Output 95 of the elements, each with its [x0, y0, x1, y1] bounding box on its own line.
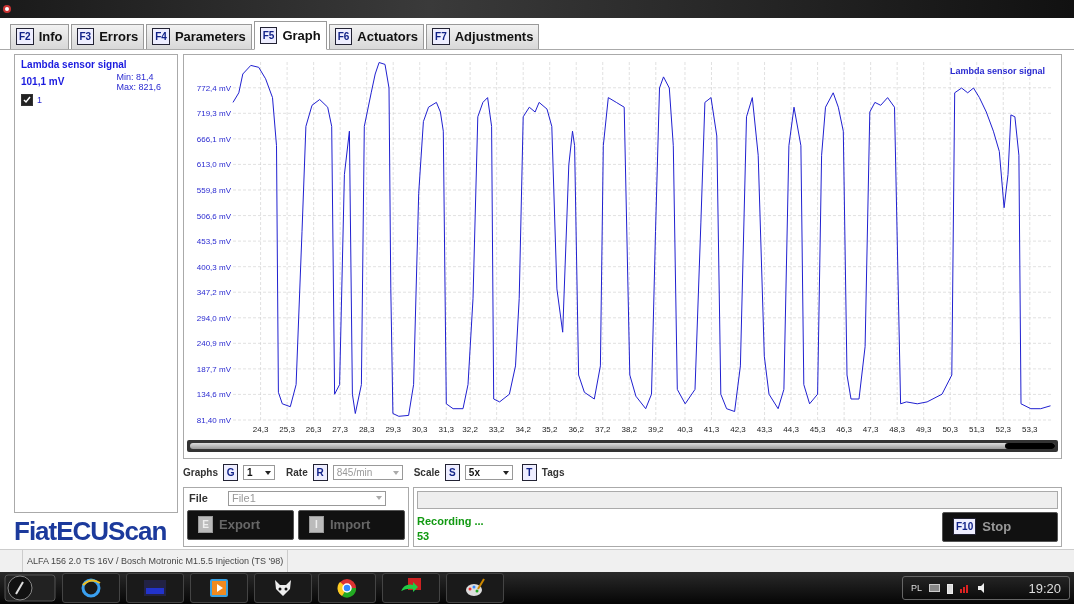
taskbar-button[interactable]	[62, 573, 120, 604]
axis-label: 39,2	[648, 424, 664, 434]
language-indicator[interactable]: PL	[911, 583, 922, 594]
axis-label: 35,2	[541, 424, 558, 434]
axis-label: 29,3	[385, 424, 401, 434]
axis-label: 30,3	[411, 424, 428, 434]
browser-icon[interactable]	[336, 577, 358, 600]
chart-title: Lambda sensor signal	[949, 65, 1045, 76]
dropdown[interactable]: 5x	[464, 465, 513, 481]
axis-label: 240,9 mV	[196, 339, 231, 349]
start-button[interactable]	[4, 574, 56, 603]
axis-label: 25,3	[279, 424, 295, 434]
axis-label: 294,0 mV	[196, 313, 231, 323]
caret-icon	[392, 470, 399, 475]
sample-count: 53	[417, 529, 431, 542]
axis-label: 772,4 mV	[196, 83, 231, 93]
axis-label: 24,3	[252, 424, 269, 434]
tab[interactable]: F2 Info	[10, 23, 69, 49]
axis-label: 559,8 mV	[196, 185, 231, 195]
axis-label: 27,3	[332, 424, 348, 434]
axis-label: 42,3	[730, 424, 746, 434]
control-label: Graphs	[183, 467, 218, 479]
taskbar-button[interactable]	[382, 573, 440, 604]
browser-icon[interactable]	[80, 577, 102, 600]
axis-label: 38,2	[621, 424, 638, 434]
taskbar-button[interactable]	[318, 573, 376, 604]
axis-label: 50,3	[942, 424, 958, 434]
dropdown[interactable]: 1	[243, 465, 275, 481]
checkbox[interactable]	[21, 93, 33, 106]
keyboard-icon[interactable]	[929, 584, 940, 593]
axis-label: 52,3	[995, 424, 1012, 434]
axis-label: 666,1 mV	[196, 134, 231, 144]
axis-label: 45,3	[809, 424, 826, 434]
tab[interactable]: F4 Parameters	[146, 23, 252, 49]
axis-label: 49,3	[915, 424, 932, 434]
taskbar-button[interactable]	[254, 573, 312, 604]
clock[interactable]: 19:20	[1028, 580, 1061, 596]
axis-label: 48,3	[889, 424, 905, 434]
media-player-icon[interactable]	[209, 578, 229, 599]
shortcut-key: R	[312, 464, 328, 482]
control-label: Tags	[541, 467, 565, 479]
shortcut-key[interactable]: T	[521, 464, 537, 482]
axis-label: 506,6 mV	[196, 211, 231, 221]
taskbar-button[interactable]	[446, 573, 504, 604]
app-icon	[2, 4, 12, 14]
axis-label: 47,3	[862, 424, 879, 434]
tab[interactable]: F3 Errors	[70, 23, 145, 49]
shortcut-key: S	[444, 464, 460, 482]
shortcut-key: G	[223, 464, 238, 482]
caret-icon	[265, 470, 271, 475]
axis-label: 53,3	[1022, 424, 1038, 434]
caret-icon	[375, 496, 382, 501]
tab[interactable]: F7 Adjustments	[426, 23, 540, 49]
axis-label: 43,3	[756, 424, 773, 434]
caret-icon	[502, 470, 509, 475]
recording-status: Recording ...	[417, 514, 484, 527]
axis-label: 34,2	[515, 424, 531, 434]
axis-label: 41,3	[703, 424, 720, 434]
axis-label: 28,3	[358, 424, 375, 434]
axis-label: 134,6 mV	[196, 390, 231, 400]
axis-label: 613,0 mV	[196, 160, 231, 170]
tab[interactable]: F6 Actuators	[328, 23, 425, 49]
fox-head-icon[interactable]	[273, 578, 293, 599]
axis-label: 31,3	[438, 424, 455, 434]
axis-label: 36,2	[568, 424, 584, 434]
file-label: File	[189, 492, 208, 505]
axis-label: 51,3	[968, 424, 985, 434]
battery-icon[interactable]	[947, 582, 953, 594]
axis-label: 81,40 mV	[196, 415, 231, 425]
sensor-value: 101,1 mV	[21, 75, 65, 87]
axis-label: 32,2	[462, 424, 478, 434]
logo: FiatECUScan	[14, 514, 168, 548]
control-label: Rate	[286, 467, 308, 479]
checkbox-label: 1	[37, 94, 42, 105]
speaker-icon[interactable]	[977, 583, 987, 594]
axis-label: 37,2	[594, 424, 611, 434]
stop-button[interactable]: F10 Stop	[942, 511, 1058, 542]
axis-label: 46,3	[836, 424, 852, 434]
axis-label: 26,3	[305, 424, 322, 434]
axis-label: 453,5 mV	[196, 237, 231, 246]
axis-label: 33,2	[488, 424, 505, 434]
axis-label: 44,3	[783, 424, 799, 434]
axis-label: 347,2 mV	[196, 288, 231, 298]
axis-label: 187,7 mV	[196, 364, 231, 374]
signal-icon[interactable]	[960, 583, 970, 594]
sensor-title: Lambda sensor signal	[21, 58, 128, 70]
axis-label: 40,3	[677, 424, 693, 434]
max-value: Max: 821,6	[116, 81, 161, 92]
tab[interactable]: F5 Graph	[253, 20, 327, 50]
control-label: Scale	[413, 467, 440, 479]
taskbar-button[interactable]	[190, 573, 248, 604]
scrollbar[interactable]	[187, 439, 1058, 452]
axis-label: 400,3 mV	[196, 262, 231, 272]
axis-label: 719,3 mV	[196, 109, 231, 119]
min-value: Min: 81,4	[116, 71, 155, 82]
